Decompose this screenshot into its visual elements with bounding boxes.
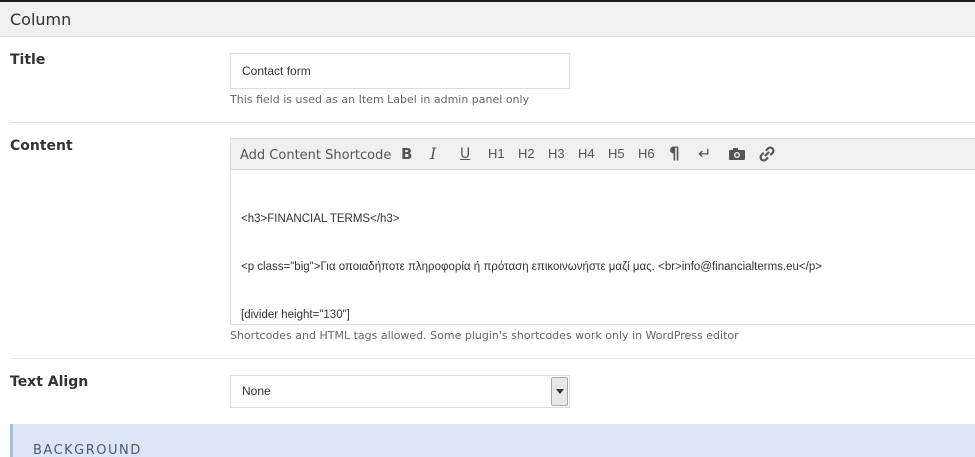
paragraph-icon[interactable]: ¶	[669, 139, 680, 169]
editor-line: <h3>FINANCIAL TERMS</h3>	[241, 213, 400, 225]
underline-icon[interactable]: U	[460, 139, 470, 169]
background-section-title: BACKGROUND	[33, 443, 142, 457]
bold-icon[interactable]: B	[401, 139, 412, 169]
h5-button[interactable]: H5	[608, 139, 625, 169]
title-description: This field is used as an Item Label in a…	[230, 93, 530, 106]
divider	[10, 122, 975, 123]
text-align-value: None	[242, 384, 271, 398]
image-icon[interactable]	[728, 139, 746, 169]
h1-button[interactable]: H1	[488, 139, 505, 169]
title-input[interactable]: Contact form	[230, 53, 570, 89]
italic-icon[interactable]: I	[430, 139, 436, 169]
add-content-shortcode-button[interactable]: Add Content Shortcode	[240, 141, 391, 171]
h3-button[interactable]: H3	[548, 139, 565, 169]
h4-button[interactable]: H4	[578, 139, 595, 169]
editor-toolbar: Add Content Shortcode B I U H1 H2 H3 H4 …	[231, 139, 975, 170]
editor-line: [divider height="130"]	[241, 309, 350, 321]
editor-line: <p class="big">Για οποιαδήποτε πληροφορί…	[241, 261, 822, 273]
h6-button[interactable]: H6	[638, 139, 655, 169]
background-section[interactable]: BACKGROUND	[10, 424, 975, 457]
content-description: Shortcodes and HTML tags allowed. Some p…	[230, 329, 739, 342]
content-editor[interactable]: Add Content Shortcode B I U H1 H2 H3 H4 …	[230, 138, 975, 325]
line-break-icon[interactable]: ↵	[698, 139, 711, 169]
text-align-select[interactable]: None	[230, 375, 570, 408]
h2-button[interactable]: H2	[518, 139, 535, 169]
panel-title: Column	[10, 10, 72, 29]
chevron-down-icon[interactable]	[551, 377, 568, 406]
divider	[10, 358, 975, 359]
content-label: Content	[10, 138, 73, 154]
link-icon[interactable]	[758, 139, 776, 169]
title-label: Title	[10, 52, 46, 68]
text-align-label: Text Align	[10, 374, 89, 390]
panel-header: Column	[0, 2, 975, 37]
